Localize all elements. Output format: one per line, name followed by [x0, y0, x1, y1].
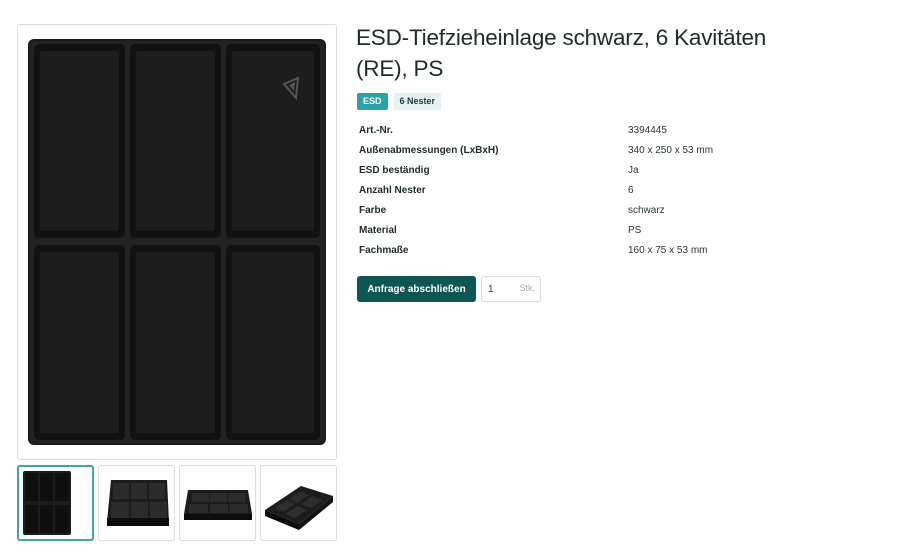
esd-badge: ESD: [357, 93, 388, 110]
spec-row-article-number: Art.-Nr. 3394445: [359, 121, 779, 141]
spec-value: PS: [628, 225, 642, 236]
quantity-field[interactable]: Stk.: [481, 276, 541, 302]
spec-label: Material: [359, 225, 397, 236]
thumbnail-2[interactable]: [98, 465, 175, 541]
quantity-input[interactable]: [488, 282, 512, 297]
thumbnail-image-side-view: [184, 490, 252, 520]
thumbnail-3[interactable]: [179, 465, 256, 541]
spec-row-compartment-dimensions: Fachmaße 160 x 75 x 53 mm: [359, 241, 779, 261]
spec-row-esd-resistant: ESD beständig Ja: [359, 161, 779, 181]
tray-image: [28, 39, 326, 445]
thumbnail-4[interactable]: [260, 465, 337, 541]
spec-row-color: Farbe schwarz: [359, 201, 779, 221]
spec-label: Fachmaße: [359, 245, 409, 256]
spec-value: 160 x 75 x 53 mm: [628, 245, 708, 256]
spec-value: schwarz: [628, 205, 665, 216]
badge-group: ESD 6 Nester: [357, 93, 442, 110]
spec-row-outer-dimensions: Außenabmessungen (LxBxH) 340 x 250 x 53 …: [359, 141, 779, 161]
spec-label: Farbe: [359, 205, 387, 216]
quantity-unit-label: Stk.: [519, 283, 535, 293]
thumbnail-image-perspective-view: [265, 486, 333, 530]
thumbnail-1[interactable]: [17, 465, 94, 541]
specification-table: Art.-Nr. 3394445 Außenabmessungen (LxBxH…: [359, 121, 779, 261]
spec-value: Ja: [628, 165, 639, 176]
spec-label: Außenabmessungen (LxBxH): [359, 145, 499, 156]
spec-label: Art.-Nr.: [359, 125, 393, 136]
complete-request-button[interactable]: Anfrage abschließen: [357, 276, 476, 302]
spec-value: 3394445: [628, 125, 667, 136]
spec-row-cavity-count: Anzahl Nester 6: [359, 181, 779, 201]
thumbnail-image-top-view: [23, 471, 71, 535]
nester-count-badge: 6 Nester: [393, 93, 442, 110]
spec-value: 340 x 250 x 53 mm: [628, 145, 714, 156]
thumbnail-strip: [17, 465, 339, 541]
main-product-image[interactable]: [17, 24, 337, 460]
product-title: ESD-Tiefzieheinlage schwarz, 6 Kavitäten…: [356, 25, 767, 81]
spec-label: Anzahl Nester: [359, 185, 426, 196]
spec-label: ESD beständig: [359, 165, 430, 176]
thumbnail-image-angle-view: [107, 480, 169, 526]
spec-row-material: Material PS: [359, 221, 779, 241]
spec-value: 6: [628, 185, 634, 196]
